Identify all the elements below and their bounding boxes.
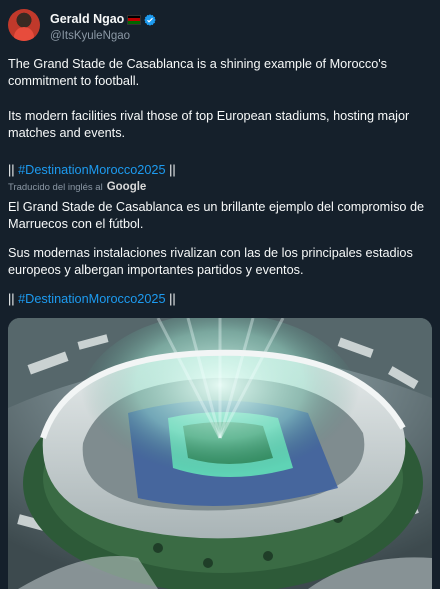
tweet-paragraph-1: The Grand Stade de Casablanca is a shini…	[8, 57, 388, 88]
translated-paragraph-2: Sus modernas instalaciones rivalizan con…	[8, 246, 413, 277]
verified-badge-icon	[144, 13, 157, 26]
google-logo: Google	[106, 181, 147, 193]
translated-paragraph-1: El Grand Stade de Casablanca es un brill…	[8, 200, 425, 231]
hashtag-bars-left: ||	[8, 163, 15, 177]
translated-bars-right: ||	[169, 292, 176, 306]
translated-bars-left: ||	[8, 292, 15, 306]
hashtag-bars-right: ||	[169, 163, 176, 177]
translation-note[interactable]: Traducido del inglés al Google	[8, 181, 146, 193]
stadium-render-image	[8, 318, 432, 589]
translated-hashtag-link[interactable]: #DestinationMorocco2025	[18, 292, 165, 306]
hashtag-link[interactable]: #DestinationMorocco2025	[18, 163, 165, 177]
tweet-paragraph-2: Its modern facilities rival those of top…	[8, 109, 410, 140]
translation-label: Traducido del inglés al	[8, 181, 103, 193]
tweet-header: Gerald Ngao @ItsKyuleNgao	[8, 9, 157, 42]
tweet-hashtag-line: || #DestinationMorocco2025 ||	[8, 162, 432, 179]
avatar[interactable]	[8, 9, 40, 41]
author-name[interactable]: Gerald Ngao	[50, 12, 124, 27]
stadium-photo[interactable]	[8, 318, 432, 589]
translated-hashtag-line: || #DestinationMorocco2025 ||	[8, 291, 432, 308]
author-handle[interactable]: @ItsKyuleNgao	[50, 30, 156, 42]
author-name-row: Gerald Ngao	[50, 12, 157, 27]
kenya-flag-icon	[127, 14, 142, 25]
author-block: Gerald Ngao @ItsKyuleNgao	[50, 12, 157, 42]
